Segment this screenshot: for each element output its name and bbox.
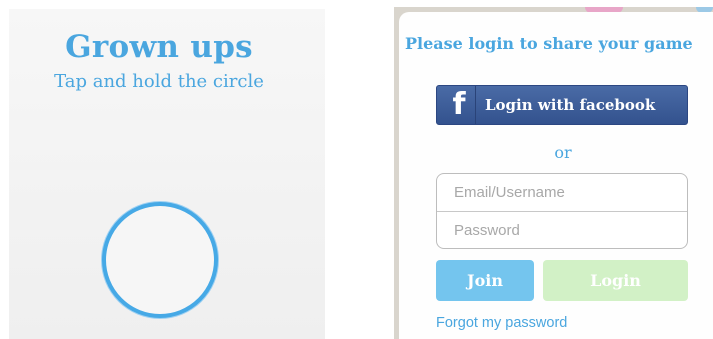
join-button[interactable]: Join: [436, 260, 534, 301]
login-button[interactable]: Login: [543, 260, 688, 301]
grown-ups-title: Grown ups: [65, 29, 253, 65]
forgot-password-link[interactable]: Forgot my password: [436, 315, 567, 331]
facebook-icon: f: [452, 87, 466, 122]
email-username-field[interactable]: [437, 174, 687, 211]
grown-ups-panel: Grown ups Tap and hold the circle: [9, 9, 325, 339]
hold-circle-button[interactable]: [102, 202, 218, 318]
grown-ups-instruction: Tap and hold the circle: [54, 71, 264, 92]
or-separator: or: [554, 143, 572, 162]
password-field[interactable]: [437, 212, 687, 248]
facebook-button-divider: [475, 86, 476, 124]
login-modal: Please login to share your game f Login …: [399, 12, 713, 339]
login-with-facebook-button[interactable]: f Login with facebook: [436, 85, 688, 125]
facebook-button-label: Login with facebook: [485, 96, 656, 114]
credentials-field-group: [436, 173, 688, 249]
login-modal-title: Please login to share your game: [405, 34, 693, 53]
